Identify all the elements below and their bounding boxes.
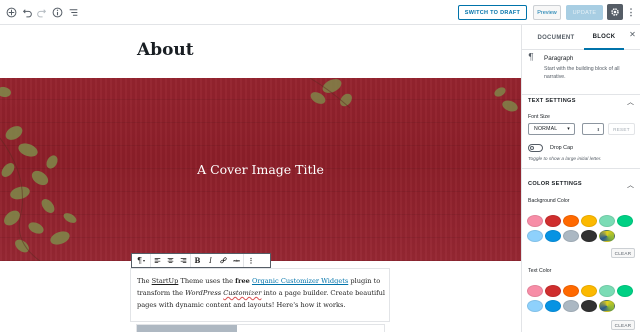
chevron-up-icon: ︿ <box>627 182 634 189</box>
settings-sidebar: DOCUMENT BLOCK ✕ ¶ Paragraph Start with … <box>521 25 640 332</box>
text-settings-panel-header[interactable]: TEXT SETTINGS ︿ <box>522 95 640 109</box>
background-color-label: Background Color <box>528 198 570 204</box>
background-color-palette <box>527 215 639 242</box>
color-swatch[interactable] <box>581 215 597 227</box>
paragraph-icon: ¶ <box>136 256 143 265</box>
paragraph-icon: ¶ <box>528 53 534 63</box>
add-block-icon[interactable] <box>4 5 19 20</box>
preview-button[interactable]: Preview <box>533 5 561 20</box>
color-swatch[interactable] <box>527 300 543 312</box>
color-swatch[interactable] <box>527 285 543 297</box>
align-right-icon[interactable] <box>177 254 190 267</box>
color-swatch[interactable] <box>563 230 579 242</box>
caret-down-icon: ▾ <box>143 258 146 263</box>
info-icon[interactable] <box>50 5 65 20</box>
chevron-down-icon: ▾ <box>567 126 570 132</box>
sidebar-tabs: DOCUMENT BLOCK ✕ <box>522 25 640 50</box>
more-menu-icon[interactable]: ⋮ <box>626 5 636 20</box>
panel-title: TEXT SETTINGS <box>528 98 576 104</box>
close-icon[interactable]: ✕ <box>627 29 638 40</box>
text-color-label: Text Color <box>528 268 552 274</box>
editor-top-toolbar: SWITCH TO DRAFT Preview UPDATE ⋮ <box>0 0 640 25</box>
settings-gear-icon[interactable] <box>607 4 623 20</box>
color-swatch[interactable] <box>617 215 633 227</box>
drop-cap-label: Drop Cap <box>550 145 574 151</box>
update-button[interactable]: UPDATE <box>566 5 603 20</box>
text-run-underlined: StartUp <box>151 277 179 285</box>
color-swatch[interactable] <box>599 230 615 242</box>
paragraph-block[interactable]: The StartUp Theme uses the free Organic … <box>130 268 390 322</box>
background-clear-button[interactable]: CLEAR <box>611 248 635 258</box>
font-size-reset-button[interactable]: RESET <box>608 123 635 135</box>
toggle-knob <box>530 146 534 150</box>
font-size-value: NORMAL <box>534 126 558 132</box>
block-navigation-icon[interactable] <box>66 5 81 20</box>
color-swatch[interactable] <box>581 230 597 242</box>
cover-image-block[interactable]: A Cover Image Title <box>0 78 521 261</box>
color-swatch[interactable] <box>527 230 543 242</box>
redo-icon[interactable] <box>34 5 49 20</box>
link-icon[interactable] <box>217 254 230 267</box>
color-swatch[interactable] <box>599 300 615 312</box>
color-swatch[interactable] <box>599 285 615 297</box>
bold-icon[interactable]: B <box>191 254 204 267</box>
block-type-switcher[interactable]: ¶ ▾ <box>132 254 150 267</box>
cover-title[interactable]: A Cover Image Title <box>0 162 521 177</box>
text-run-italic-misspelled: Customizer <box>223 289 262 297</box>
color-swatch[interactable] <box>563 285 579 297</box>
color-swatch[interactable] <box>527 215 543 227</box>
text-color-clear-button[interactable]: CLEAR <box>611 320 635 330</box>
font-size-select[interactable]: NORMAL ▾ <box>528 123 575 135</box>
paragraph-text[interactable]: The StartUp Theme uses the free Organic … <box>137 275 387 311</box>
font-size-label: Font Size <box>528 114 550 120</box>
color-swatch[interactable] <box>563 215 579 227</box>
text-color-palette <box>527 285 639 312</box>
strikethrough-icon[interactable]: abc <box>230 254 243 267</box>
color-swatch[interactable] <box>581 285 597 297</box>
color-swatch[interactable] <box>617 285 633 297</box>
block-card-title: Paragraph <box>544 55 574 62</box>
color-swatch[interactable] <box>563 300 579 312</box>
text-run-bold: free <box>235 277 250 285</box>
next-block[interactable] <box>136 324 385 332</box>
undo-icon[interactable] <box>20 5 35 20</box>
panel-divider <box>522 168 640 169</box>
page-title[interactable]: About <box>137 40 194 60</box>
organic-customizer-widgets-link[interactable]: Organic Customizer Widgets <box>252 277 348 285</box>
custom-font-size-input[interactable]: ⬍ <box>582 123 604 135</box>
block-card: ¶ Paragraph Start with the building bloc… <box>522 50 640 95</box>
color-swatch[interactable] <box>545 285 561 297</box>
color-swatch[interactable] <box>545 230 561 242</box>
stepper-icon: ⬍ <box>596 126 600 132</box>
block-toolbar: ¶ ▾ B I abc ⋮ <box>131 253 271 268</box>
drop-cap-help: Toggle to show a large initial letter. <box>528 157 602 162</box>
color-swatch[interactable] <box>581 300 597 312</box>
more-options-icon[interactable]: ⋮ <box>244 254 258 267</box>
text-run-italic: WordPress <box>185 289 222 297</box>
color-swatch[interactable] <box>545 300 561 312</box>
switch-to-draft-button[interactable]: SWITCH TO DRAFT <box>458 5 527 20</box>
text-run: Theme uses the <box>178 277 236 285</box>
chevron-up-icon: ︿ <box>627 99 634 106</box>
tab-document[interactable]: DOCUMENT <box>530 25 582 50</box>
panel-title: COLOR SETTINGS <box>528 181 582 187</box>
text-run: The <box>137 277 152 285</box>
tab-block[interactable]: BLOCK <box>584 25 624 50</box>
drop-cap-toggle[interactable] <box>528 144 543 152</box>
image-thumbnail <box>137 325 237 332</box>
color-swatch[interactable] <box>545 215 561 227</box>
block-card-description: Start with the building block of all nar… <box>544 66 620 80</box>
align-center-icon[interactable] <box>164 254 177 267</box>
color-swatch[interactable] <box>599 215 615 227</box>
italic-icon[interactable]: I <box>204 254 217 267</box>
color-settings-panel-header[interactable]: COLOR SETTINGS ︿ <box>522 178 640 192</box>
align-left-icon[interactable] <box>151 254 164 267</box>
